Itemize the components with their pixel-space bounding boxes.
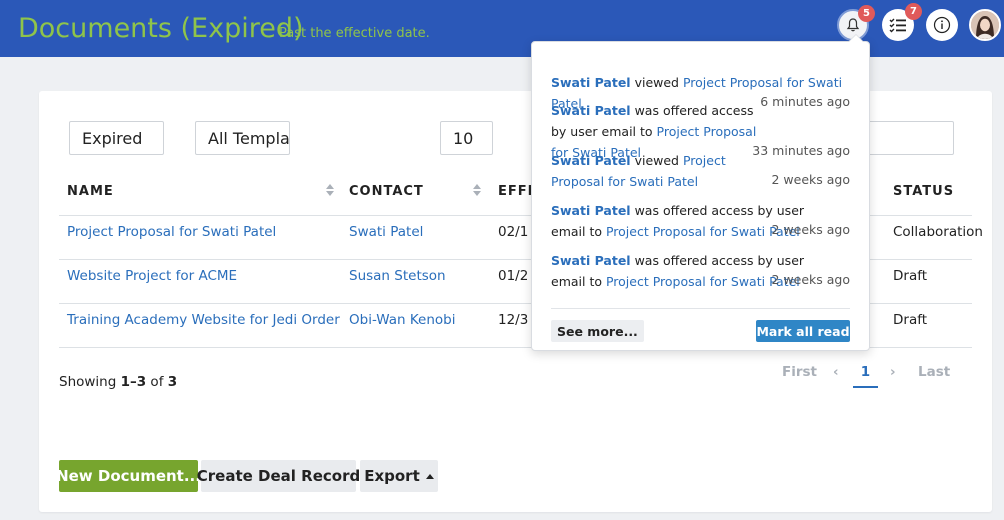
sort-icon[interactable]: [325, 183, 335, 197]
effective-date: 01/2: [498, 268, 529, 284]
status-filter-select[interactable]: Expired: [69, 121, 164, 155]
create-deal-record-button[interactable]: Create Deal Record: [197, 460, 360, 492]
export-label: Export: [364, 467, 420, 485]
notification-user-link[interactable]: Swati Patel: [551, 153, 631, 168]
pagination-last[interactable]: Last: [918, 364, 950, 380]
contact-link[interactable]: Swati Patel: [349, 224, 423, 240]
notification-time: 2 weeks ago: [771, 172, 851, 187]
contact-link[interactable]: Obi-Wan Kenobi: [349, 312, 456, 328]
notification-time: 33 minutes ago: [752, 143, 850, 158]
new-document-button[interactable]: New Document...: [56, 460, 201, 492]
notification-user-link[interactable]: Swati Patel: [551, 75, 631, 90]
notification-action: viewed: [630, 75, 683, 90]
notifications-popup: Swati Patel viewed Project Proposal for …: [531, 34, 870, 351]
tasks-button[interactable]: 7: [882, 3, 922, 41]
notification-time: 6 minutes ago: [760, 94, 850, 109]
status-text: Collaboration: [893, 224, 983, 240]
bell-icon: [846, 18, 860, 32]
tasks-count-badge: 7: [905, 3, 922, 20]
notification-item[interactable]: Swati Patel viewed Project Proposal for …: [551, 150, 731, 192]
sort-icon[interactable]: [472, 183, 482, 197]
notification-count-badge: 5: [858, 5, 875, 22]
results-total: 3: [167, 374, 178, 390]
pagination-prev[interactable]: ‹: [833, 364, 839, 380]
mark-all-read-button[interactable]: Mark all read: [756, 320, 850, 342]
user-avatar[interactable]: [969, 9, 1001, 41]
task-list-icon: [889, 18, 906, 33]
info-icon: [933, 16, 951, 34]
export-button[interactable]: Export: [360, 460, 438, 492]
effective-date: 02/1: [498, 224, 529, 240]
results-summary-of: of: [146, 374, 168, 390]
divider: [551, 308, 850, 309]
notification-time: 2 weeks ago: [771, 272, 851, 287]
status-text: Draft: [893, 268, 928, 284]
pagination-next[interactable]: ›: [890, 364, 896, 380]
page-subtitle: Past the effective date.: [279, 26, 430, 41]
info-button[interactable]: [926, 9, 958, 41]
results-range: 1–3: [120, 374, 147, 390]
pagination-page-1[interactable]: 1: [853, 364, 878, 388]
document-name-link[interactable]: Project Proposal for Swati Patel: [67, 224, 276, 240]
column-header-status[interactable]: STATUS: [893, 184, 954, 199]
template-filter-select[interactable]: All Templates: [195, 121, 290, 155]
results-summary: Showing 1–3 of 3: [59, 374, 177, 390]
notification-user-link[interactable]: Swati Patel: [551, 253, 631, 268]
effective-date: 12/3: [498, 312, 529, 328]
document-name-link[interactable]: Training Academy Website for Jedi Order: [67, 312, 340, 328]
pagination-first[interactable]: First: [782, 364, 817, 380]
contact-link[interactable]: Susan Stetson: [349, 268, 446, 284]
page-size-select[interactable]: 10: [440, 121, 493, 155]
user-photo-icon: [971, 11, 999, 39]
column-header-contact[interactable]: CONTACT: [349, 184, 424, 199]
status-text: Draft: [893, 312, 928, 328]
notification-user-link[interactable]: Swati Patel: [551, 203, 631, 218]
column-header-name[interactable]: NAME: [67, 184, 114, 199]
page-title: Documents (Expired): [18, 13, 304, 44]
notification-action: viewed: [630, 153, 683, 168]
results-summary-prefix: Showing: [59, 374, 121, 390]
see-more-button[interactable]: See more...: [551, 320, 644, 342]
search-input[interactable]: [859, 121, 954, 155]
notification-time: 2 weeks ago: [771, 222, 851, 237]
caret-up-icon: [425, 473, 434, 479]
notification-user-link[interactable]: Swati Patel: [551, 103, 631, 118]
document-name-link[interactable]: Website Project for ACME: [67, 268, 237, 284]
